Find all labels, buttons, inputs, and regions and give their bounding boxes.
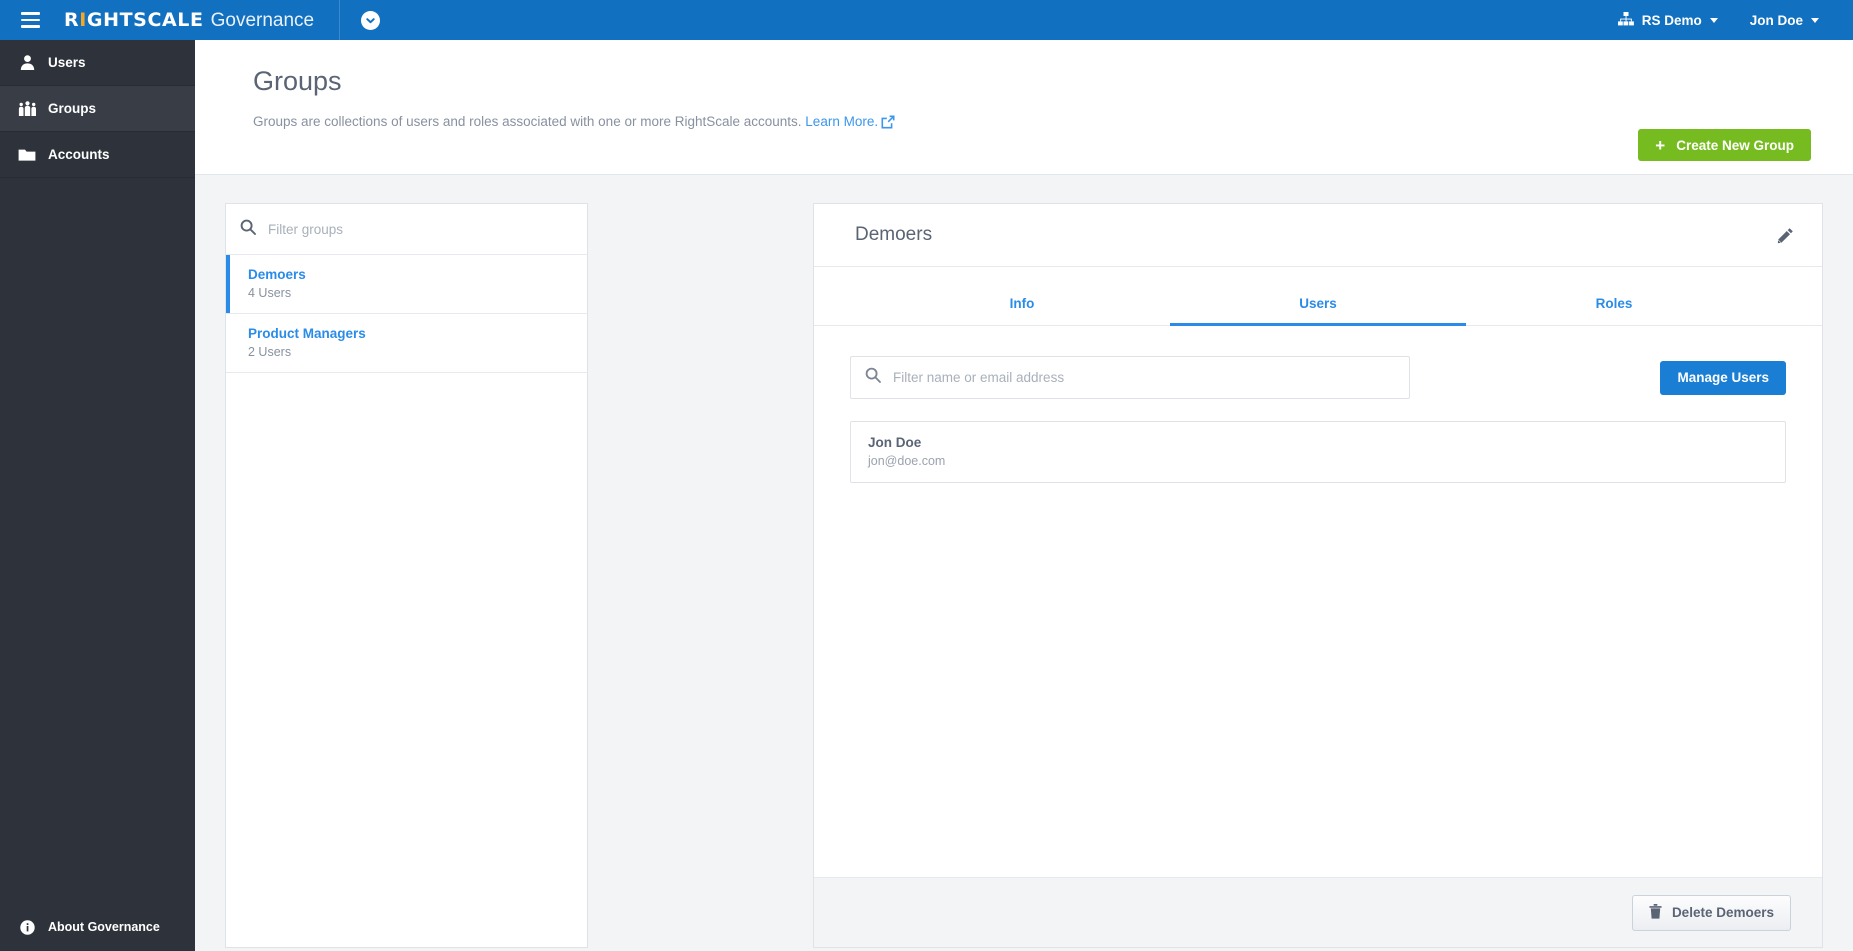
about-governance-link[interactable]: About Governance: [0, 903, 195, 951]
groups-filter-row: [226, 204, 587, 255]
chevron-down-icon: [1811, 17, 1819, 23]
delete-group-label: Delete Demoers: [1671, 905, 1774, 920]
page-subtitle: Groups are collections of users and role…: [253, 114, 895, 132]
folder-icon: [10, 148, 44, 162]
group-detail-title: Demoers: [855, 224, 933, 245]
people-group-icon: [10, 100, 44, 117]
account-name: RS Demo: [1641, 12, 1702, 28]
search-icon: [240, 219, 256, 240]
external-link-icon[interactable]: [881, 115, 895, 132]
group-detail-footer: Delete Demoers: [814, 877, 1822, 947]
pencil-icon[interactable]: [1771, 221, 1800, 250]
user-name: Jon Doe: [868, 435, 922, 450]
org-chart-icon: [1617, 11, 1634, 29]
users-filter-field[interactable]: [850, 356, 1410, 399]
chevron-down-circle-icon[interactable]: [361, 10, 381, 30]
top-bar: RIGHTSCALE Governance RS Demo Jon Doe: [0, 0, 1853, 40]
topbar-right-group: RS Demo Jon Doe: [1602, 11, 1853, 29]
create-new-group-label: Create New Group: [1676, 137, 1794, 153]
user-email: jon@doe.com: [868, 454, 946, 468]
tab-info[interactable]: Info: [874, 287, 1170, 326]
plus-icon: +: [1655, 135, 1666, 155]
delete-group-button[interactable]: Delete Demoers: [1631, 894, 1791, 931]
hamburger-icon[interactable]: [10, 0, 50, 40]
user-menu[interactable]: Jon Doe: [1734, 13, 1835, 28]
trash-icon: [1649, 903, 1662, 922]
page-subtitle-text: Groups are collections of users and role…: [253, 114, 802, 129]
search-icon: [865, 367, 881, 388]
learn-more-link[interactable]: Learn More.: [805, 114, 878, 129]
group-user-count: 4 Users: [248, 286, 292, 300]
groups-list-panel: Demoers 4 Users Product Managers 2 Users: [225, 203, 588, 948]
tab-users[interactable]: Users: [1170, 287, 1466, 326]
group-list-item[interactable]: Demoers 4 Users: [226, 255, 587, 314]
topbar-divider: [339, 0, 341, 40]
tab-roles[interactable]: Roles: [1466, 287, 1762, 326]
sidebar-item-users[interactable]: Users: [0, 40, 195, 86]
page-header: Groups Groups are collections of users a…: [195, 40, 1853, 175]
brand-name: RIGHTSCALE: [64, 8, 204, 31]
sidebar-item-label: Users: [48, 55, 86, 70]
page-title: Groups: [253, 66, 342, 96]
group-detail-tabs: Info Users Roles: [814, 287, 1822, 326]
group-list-item[interactable]: Product Managers 2 Users: [226, 314, 587, 373]
group-name: Product Managers: [248, 326, 366, 341]
manage-users-button[interactable]: Manage Users: [1660, 360, 1786, 395]
sidebar-item-label: Groups: [48, 101, 97, 116]
sidebar-item-groups[interactable]: Groups: [0, 86, 195, 132]
group-user-count: 2 Users: [248, 345, 292, 359]
create-new-group-button[interactable]: + Create New Group: [1638, 129, 1811, 161]
user-icon: [10, 54, 44, 71]
user-menu-label: Jon Doe: [1749, 12, 1803, 28]
groups-filter-input[interactable]: [268, 221, 573, 237]
group-detail-header: Demoers: [814, 204, 1822, 267]
sidebar-item-label: Accounts: [48, 147, 110, 162]
info-icon: [10, 919, 44, 935]
user-list-item[interactable]: Jon Doe jon@doe.com: [850, 421, 1786, 483]
brand-product: Governance: [210, 9, 315, 31]
brand-logo[interactable]: RIGHTSCALE Governance: [64, 9, 314, 32]
users-toolbar: Manage Users: [850, 356, 1786, 399]
sidebar: Users Groups Accounts About Governance: [0, 40, 195, 951]
chevron-down-icon: [1709, 17, 1718, 23]
about-governance-label: About Governance: [48, 920, 160, 934]
group-name: Demoers: [248, 267, 306, 282]
sidebar-item-accounts[interactable]: Accounts: [0, 132, 195, 178]
account-switcher[interactable]: RS Demo: [1602, 11, 1734, 29]
users-tab-content: Manage Users Jon Doe jon@doe.com: [814, 326, 1822, 877]
users-filter-input[interactable]: [893, 370, 1395, 385]
content-area: Demoers 4 Users Product Managers 2 Users…: [195, 175, 1853, 951]
group-detail-panel: Demoers Info Users Roles Filter name or …: [813, 203, 1823, 948]
